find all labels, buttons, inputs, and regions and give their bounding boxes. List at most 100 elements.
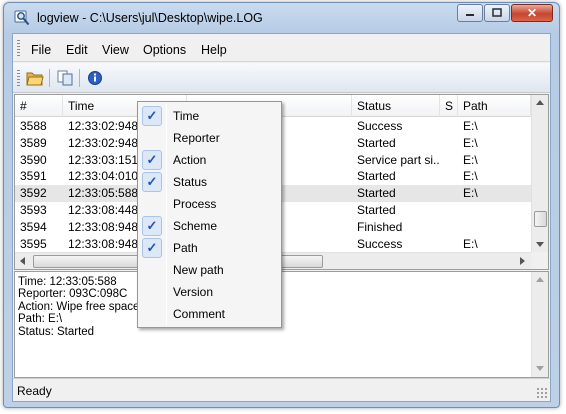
menu-item-label: New path xyxy=(173,263,224,277)
cell-s xyxy=(440,152,458,169)
list-vertical-scrollbar[interactable] xyxy=(531,95,548,253)
column-header-num[interactable]: # xyxy=(15,95,63,117)
status-bar: Ready xyxy=(13,378,550,401)
cell-path: E:\ xyxy=(463,135,478,150)
checkmark-icon: ✓ xyxy=(142,238,162,258)
cell-num: 3589 xyxy=(20,135,47,150)
scroll-up-icon[interactable] xyxy=(536,100,544,105)
checkmark-icon: ✓ xyxy=(142,172,162,192)
menu-item-comment[interactable]: Comment xyxy=(140,303,279,325)
cell-s xyxy=(440,219,458,236)
cell-num: 3588 xyxy=(20,119,47,133)
cell-path xyxy=(458,202,531,219)
toolbar-separator xyxy=(79,69,80,87)
cell-num: 3595 xyxy=(20,236,47,251)
column-context-menu: ✓ Time Reporter ✓ Action ✓ Status Process ✓ Schem… xyxy=(137,101,282,328)
open-folder-icon[interactable] xyxy=(26,69,44,87)
checkmark-icon: ✓ xyxy=(142,106,162,126)
menu-edit[interactable]: Edit xyxy=(66,43,88,57)
minimize-icon xyxy=(466,14,474,16)
cell-num: 3591 xyxy=(20,169,47,184)
menu-item-label: Action xyxy=(173,153,207,167)
details-text: Time: 12:33:05:588 Reporter: 093C:098C Act… xyxy=(18,276,139,338)
menu-item-reporter[interactable]: Reporter xyxy=(140,127,279,149)
menu-item-label: Version xyxy=(173,285,214,299)
menu-item-new-path[interactable]: New path xyxy=(140,259,279,281)
checkmark-icon: ✓ xyxy=(142,150,162,170)
cell-status: Started xyxy=(357,135,396,150)
scroll-down-icon[interactable] xyxy=(536,242,544,247)
menu-item-label: Process xyxy=(173,197,217,211)
menu-item-label: Scheme xyxy=(173,219,218,233)
details-line: Status: Started xyxy=(18,325,95,338)
menu-view[interactable]: View xyxy=(102,43,129,57)
toolbar-grip[interactable] xyxy=(17,70,20,87)
menu-item-process[interactable]: Process xyxy=(140,193,279,215)
cell-num: 3593 xyxy=(20,202,47,217)
menu-help[interactable]: Help xyxy=(201,43,227,57)
cell-status: Started xyxy=(357,169,396,184)
cell-num: 3590 xyxy=(20,152,47,167)
scroll-up-icon[interactable] xyxy=(536,277,544,282)
column-header-path[interactable]: Path xyxy=(458,95,531,117)
scroll-corner xyxy=(531,252,548,269)
menubar-grip[interactable] xyxy=(17,40,20,57)
menu-file[interactable]: File xyxy=(31,43,51,57)
maximize-button[interactable] xyxy=(484,4,510,22)
title-bar[interactable]: logview - C:\Users\jul\Desktop\wipe.LOG … xyxy=(4,3,559,33)
minimize-button[interactable] xyxy=(457,4,483,22)
cell-s xyxy=(440,202,458,219)
column-header-status[interactable]: Status xyxy=(352,95,440,117)
vertical-scroll-thumb[interactable] xyxy=(534,211,547,227)
menu-item-label: Comment xyxy=(173,307,226,321)
status-text: Ready xyxy=(17,384,52,398)
cell-status: Started xyxy=(357,202,396,217)
menu-item-label: Path xyxy=(173,241,198,255)
details-vertical-scrollbar[interactable] xyxy=(531,272,548,377)
cell-num: 3594 xyxy=(20,219,47,234)
cell-s xyxy=(440,118,458,135)
toolbar xyxy=(13,63,550,93)
details-line: Action: Wipe free space xyxy=(18,300,140,313)
menu-item-time[interactable]: ✓ Time xyxy=(140,105,279,127)
details-line: Time: 12:33:05:588 xyxy=(18,276,117,288)
copy-icon[interactable] xyxy=(56,69,74,87)
cell-status: Success xyxy=(357,119,403,133)
menu-item-scheme[interactable]: ✓ Scheme xyxy=(140,215,279,237)
cell-path: E:\ xyxy=(463,152,478,167)
maximize-icon xyxy=(492,8,502,17)
cell-num: 3592 xyxy=(20,186,47,201)
info-icon[interactable] xyxy=(86,69,104,87)
menu-item-action[interactable]: ✓ Action xyxy=(140,149,279,171)
cell-status: Finished xyxy=(357,219,403,234)
details-line: Path: E:\ xyxy=(18,313,63,326)
cell-status: Service part si... xyxy=(357,152,440,167)
close-button[interactable]: ✕ xyxy=(511,4,553,22)
cell-status: Started xyxy=(357,186,396,201)
menu-item-label: Time xyxy=(173,109,200,123)
scroll-left-icon[interactable] xyxy=(20,257,25,265)
column-header-s[interactable]: S xyxy=(440,95,458,117)
menu-item-path[interactable]: ✓ Path xyxy=(140,237,279,259)
cell-path: E:\ xyxy=(463,236,478,251)
cell-path: E:\ xyxy=(463,169,478,184)
cell-s xyxy=(440,236,458,253)
checkmark-icon: ✓ xyxy=(142,216,162,236)
magnifier-app-icon xyxy=(14,10,30,26)
resize-grip-icon[interactable] xyxy=(536,387,548,399)
scroll-down-icon[interactable] xyxy=(536,366,544,371)
toolbar-separator xyxy=(49,69,50,87)
menu-options[interactable]: Options xyxy=(143,43,186,57)
menu-item-version[interactable]: Version xyxy=(140,281,279,303)
menu-item-label: Status xyxy=(173,175,208,189)
details-line: Reporter: 093C:098C xyxy=(18,288,128,301)
cell-s xyxy=(440,168,458,185)
menu-item-label: Reporter xyxy=(173,131,220,145)
menu-bar: File Edit View Options Help xyxy=(13,34,550,62)
menu-item-status[interactable]: ✓ Status xyxy=(140,171,279,193)
cell-s xyxy=(440,185,458,202)
scroll-right-icon[interactable] xyxy=(520,257,525,265)
cell-path: E:\ xyxy=(463,186,478,201)
cell-path xyxy=(458,219,531,236)
cell-path: E:\ xyxy=(463,119,478,133)
